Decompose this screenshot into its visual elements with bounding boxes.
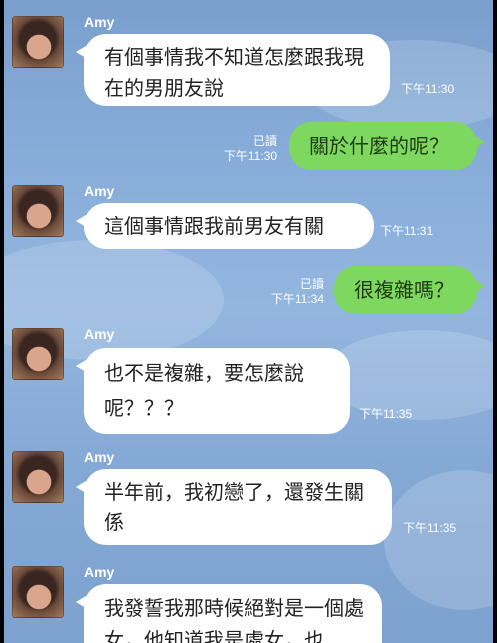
message-time: 下午11:30 — [223, 149, 277, 163]
message-bubble[interactable]: 關於什麼的呢？ — [289, 122, 485, 170]
message-meta: 已讀 下午11:34 — [256, 277, 324, 307]
incoming-message: Amy 這個事情跟我前男友有關 下午11:31 — [4, 177, 493, 257]
sender-name: Amy — [84, 564, 115, 580]
avatar[interactable] — [12, 16, 64, 68]
message-time: 下午11:35 — [359, 407, 413, 421]
sender-name: Amy — [84, 326, 115, 342]
message-bubble[interactable]: 我發誓我那時候絕對是一個處女，他知道我是處女，也 — [76, 584, 382, 643]
message-time: 下午11:30 — [401, 82, 455, 96]
avatar[interactable] — [12, 566, 64, 618]
message-bubble[interactable]: 這個事情跟我前男友有關 — [76, 203, 374, 249]
sender-name: Amy — [84, 449, 115, 465]
incoming-message: Amy 我發誓我那時候絕對是一個處女，他知道我是處女，也 — [4, 558, 493, 643]
message-bubble[interactable]: 半年前，我初戀了，還發生關係 — [76, 469, 392, 545]
message-time: 下午11:31 — [380, 224, 434, 238]
message-bubble[interactable]: 很複雜嗎？ — [334, 266, 485, 314]
message-bubble[interactable]: 有個事情我不知道怎麼跟我現在的男朋友說 — [76, 34, 390, 106]
chat-screen: Amy 有個事情我不知道怎麼跟我現在的男朋友說 下午11:30 已讀 下午11:… — [4, 0, 493, 643]
incoming-message: Amy 也不是複雜，要怎麼說呢？？？ 下午11:35 — [4, 320, 493, 440]
read-status: 已讀 — [252, 134, 277, 148]
message-time: 下午11:34 — [270, 292, 324, 306]
sender-name: Amy — [84, 14, 115, 30]
message-meta: 已讀 下午11:30 — [209, 134, 277, 164]
sender-name: Amy — [84, 183, 115, 199]
message-bubble[interactable]: 也不是複雜，要怎麼說呢？？？ — [76, 348, 350, 434]
avatar[interactable] — [12, 328, 64, 380]
message-time: 下午11:35 — [403, 521, 457, 535]
avatar[interactable] — [12, 451, 64, 503]
read-status: 已讀 — [299, 277, 324, 291]
avatar[interactable] — [12, 185, 64, 237]
incoming-message: Amy 半年前，我初戀了，還發生關係 下午11:35 — [4, 443, 493, 553]
incoming-message: Amy 有個事情我不知道怎麼跟我現在的男朋友說 下午11:30 — [4, 8, 493, 118]
